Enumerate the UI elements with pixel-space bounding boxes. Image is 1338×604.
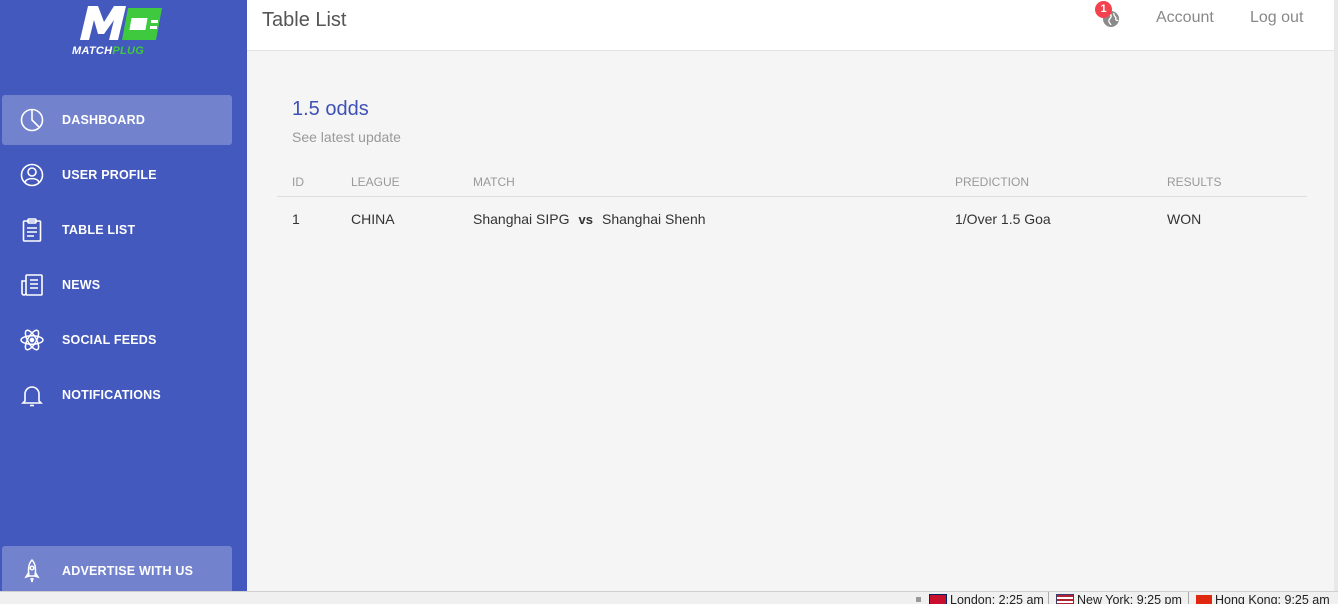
match-vs: vs bbox=[578, 212, 593, 227]
column-header-prediction: PREDICTION bbox=[955, 175, 1030, 189]
column-header-match: MATCH bbox=[473, 175, 515, 189]
sidebar-item-news[interactable]: NEWS bbox=[2, 260, 232, 310]
divider bbox=[1048, 592, 1049, 604]
sidebar-item-label: DASHBOARD bbox=[62, 113, 146, 127]
column-header-id: ID bbox=[292, 175, 304, 189]
notification-badge: 1 bbox=[1095, 1, 1112, 18]
table-row: 1 CHINA Shanghai SIPG vs Shanghai Shenh 1/… bbox=[277, 197, 1307, 241]
top-header: Table List 1 Account Log out bbox=[247, 0, 1338, 51]
logout-link[interactable]: Log out bbox=[1250, 9, 1303, 27]
advertise-button[interactable]: ADVERTISE WITH US bbox=[2, 546, 232, 596]
section-subtitle: See latest update bbox=[292, 129, 401, 145]
clock-label: New York: 9:25 pm bbox=[1077, 593, 1182, 604]
column-header-results: RESULTS bbox=[1167, 175, 1222, 189]
rocket-icon bbox=[19, 558, 45, 584]
brand-name-part2: PLUG bbox=[112, 45, 145, 57]
sidebar: MATCHPLUG DASHBOARD USER PROFILE TABLE L… bbox=[0, 0, 247, 596]
match-home-team: Shanghai SIPG bbox=[473, 211, 570, 227]
sidebar-item-table-list[interactable]: TABLE LIST bbox=[2, 205, 232, 255]
sidebar-item-label: TABLE LIST bbox=[62, 223, 136, 237]
cell-match: Shanghai SIPG vs Shanghai Shenh bbox=[473, 211, 706, 227]
brand-name: MATCHPLUG bbox=[72, 45, 144, 57]
scrollbar[interactable] bbox=[1334, 0, 1338, 591]
user-icon bbox=[19, 162, 45, 188]
account-link[interactable]: Account bbox=[1156, 9, 1214, 27]
pie-chart-icon bbox=[19, 107, 45, 133]
world-clock-bar: London: 2:25 am New York: 9:25 pm Hong K… bbox=[0, 591, 1338, 604]
matchplug-logo-icon bbox=[80, 6, 162, 40]
cell-id: 1 bbox=[292, 211, 300, 227]
bell-icon bbox=[19, 382, 45, 408]
odds-table: ID LEAGUE MATCH PREDICTION RESULTS 1 CHI… bbox=[277, 168, 1307, 241]
match-away-team: Shanghai Shenh bbox=[601, 211, 706, 227]
clock-label: Hong Kong: 9:25 am bbox=[1215, 593, 1330, 604]
column-header-league: LEAGUE bbox=[351, 175, 400, 189]
sidebar-item-label: USER PROFILE bbox=[62, 168, 157, 182]
clock-label: London: 2:25 am bbox=[950, 593, 1044, 604]
divider bbox=[1188, 592, 1189, 604]
atom-icon bbox=[19, 327, 45, 353]
page-title: Table List bbox=[262, 9, 347, 31]
sidebar-item-label: NEWS bbox=[62, 278, 101, 292]
sidebar-item-label: SOCIAL FEEDS bbox=[62, 333, 157, 347]
section-title: 1.5 odds bbox=[292, 98, 369, 120]
clock-new-york: New York: 9:25 pm bbox=[1056, 593, 1182, 604]
clipboard-icon bbox=[19, 217, 45, 243]
logo[interactable]: MATCHPLUG bbox=[70, 4, 165, 60]
sidebar-item-social-feeds[interactable]: SOCIAL FEEDS bbox=[2, 315, 232, 365]
sidebar-item-user-profile[interactable]: USER PROFILE bbox=[2, 150, 232, 200]
sidebar-item-notifications[interactable]: NOTIFICATIONS bbox=[2, 370, 232, 420]
clock-london: London: 2:25 am bbox=[929, 593, 1044, 604]
cell-result: WON bbox=[1167, 211, 1202, 227]
advertise-label: ADVERTISE WITH US bbox=[62, 564, 194, 578]
sidebar-item-dashboard[interactable]: DASHBOARD bbox=[2, 95, 232, 145]
cell-prediction: 1/Over 1.5 Goa bbox=[955, 211, 1051, 227]
table-header: ID LEAGUE MATCH PREDICTION RESULTS bbox=[277, 168, 1307, 197]
cell-league: CHINA bbox=[351, 211, 395, 227]
sidebar-item-label: NOTIFICATIONS bbox=[62, 388, 161, 402]
clock-hong-kong: Hong Kong: 9:25 am bbox=[1196, 593, 1330, 604]
bar-grip-icon bbox=[916, 597, 921, 602]
newspaper-icon bbox=[19, 272, 45, 298]
brand-name-part1: MATCH bbox=[72, 45, 113, 57]
